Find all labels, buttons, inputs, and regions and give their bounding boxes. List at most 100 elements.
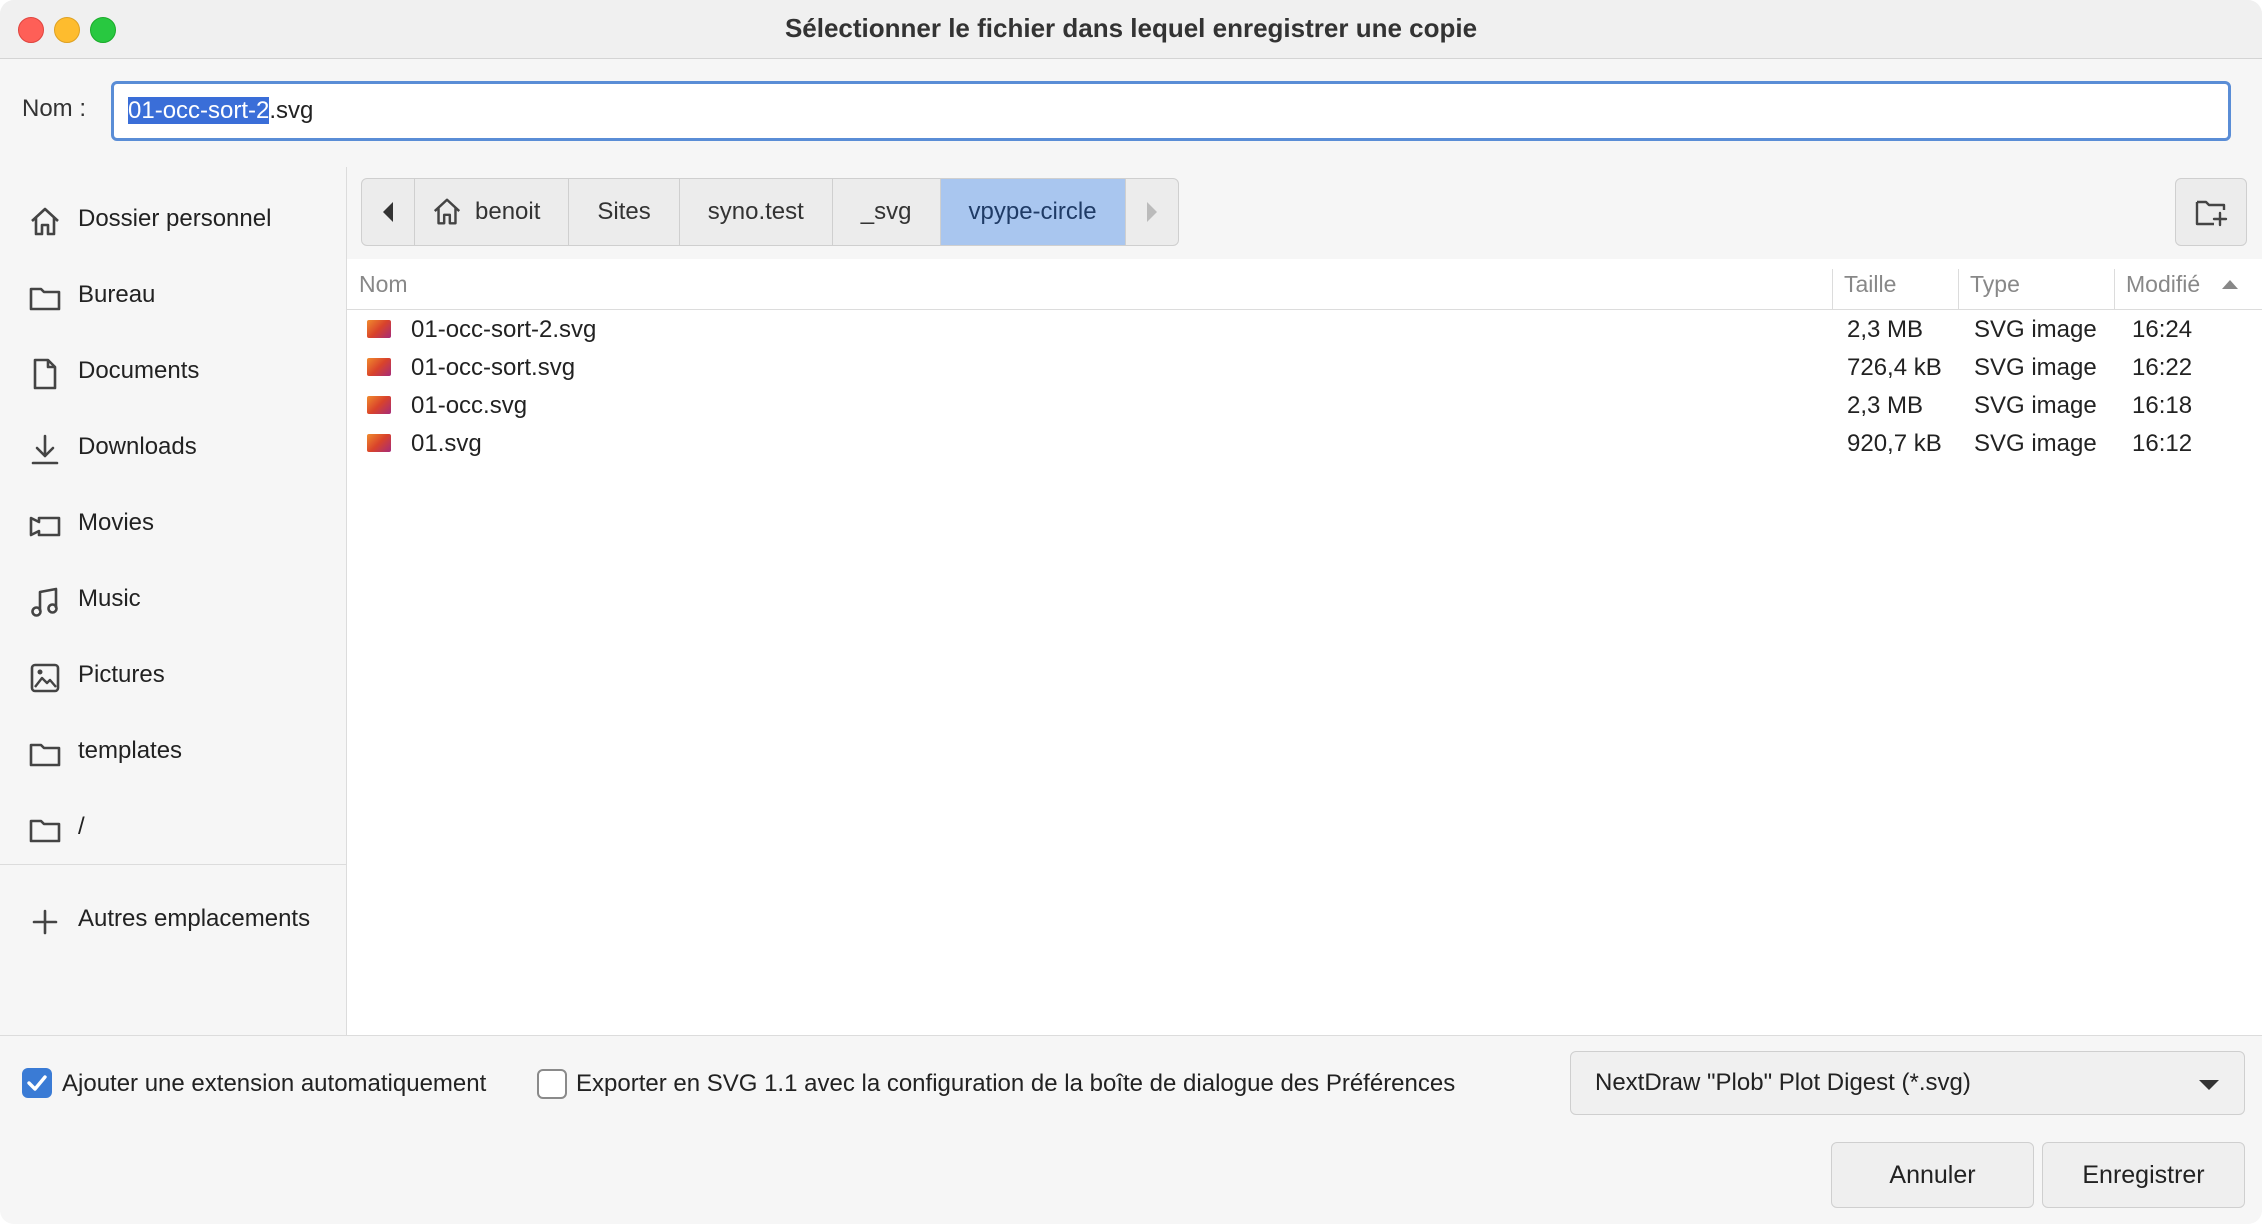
- sidebar-item-pictures[interactable]: Pictures: [0, 647, 346, 705]
- file-row[interactable]: 01.svg 920,7 kB SVG image 16:12: [347, 424, 2262, 462]
- file-type: SVG image: [1974, 316, 2097, 343]
- path-bar: benoit Sites syno.test _svg vpype-circle: [347, 167, 2262, 259]
- breadcrumb-label: benoit: [475, 198, 541, 225]
- sidebar-item-label: Documents: [78, 357, 200, 384]
- video-icon: [29, 516, 61, 537]
- breadcrumb-label: vpype-circle: [968, 198, 1097, 225]
- places-sidebar: Dossier personnel Bureau Documents Downl…: [0, 167, 347, 1035]
- file-type: SVG image: [1974, 430, 2097, 457]
- sidebar-item-label: Autres emplacements: [78, 905, 311, 932]
- column-header-label: Modifié: [2126, 271, 2201, 297]
- sidebar-item-label: Downloads: [78, 433, 197, 460]
- sidebar-item-movies[interactable]: Movies: [0, 495, 346, 553]
- sidebar-item-label: Pictures: [78, 661, 165, 688]
- sidebar-item-bureau[interactable]: Bureau: [0, 267, 346, 325]
- path-back-button[interactable]: [362, 179, 415, 245]
- breadcrumb-item-svg[interactable]: _svg: [833, 179, 941, 245]
- folder-icon: [29, 819, 61, 843]
- picture-icon: [30, 663, 60, 693]
- column-header-size[interactable]: Taille: [1832, 259, 1958, 309]
- document-icon: [33, 358, 57, 390]
- file-row[interactable]: 01-occ-sort-2.svg 2,3 MB SVG image 16:24: [347, 310, 2262, 348]
- checkmark-icon: [27, 1075, 47, 1091]
- breadcrumb-label: _svg: [860, 198, 912, 225]
- file-modified: 16:12: [2132, 430, 2193, 457]
- file-size: 726,4 kB: [1847, 354, 1942, 381]
- options-footer: Ajouter une extension automatiquement Ex…: [0, 1035, 2262, 1224]
- plus-icon: [32, 909, 58, 935]
- file-name: 01-occ.svg: [411, 392, 528, 419]
- svg-file-icon: [367, 434, 391, 452]
- path-forward-button[interactable]: [1126, 179, 1178, 245]
- file-type-dropdown[interactable]: NextDraw "Plob" Plot Digest (*.svg): [1570, 1051, 2245, 1115]
- chevron-right-icon: [1146, 202, 1157, 222]
- export-svg11-label[interactable]: Exporter en SVG 1.1 avec la configuratio…: [576, 1070, 1455, 1098]
- filename-input[interactable]: 01-occ-sort-2.svg: [111, 81, 2231, 141]
- folder-icon: [29, 287, 61, 311]
- sidebar-item-label: templates: [78, 737, 183, 764]
- sidebar-item-music[interactable]: Music: [0, 571, 346, 629]
- column-header-type[interactable]: Type: [1958, 259, 2114, 309]
- breadcrumb-item-vpype-circle[interactable]: vpype-circle: [940, 179, 1126, 245]
- cancel-button[interactable]: Annuler: [1831, 1142, 2034, 1208]
- file-size: 2,3 MB: [1847, 316, 1924, 343]
- new-folder-icon: [2195, 200, 2228, 227]
- new-folder-button[interactable]: [2175, 178, 2247, 246]
- file-name: 01.svg: [411, 430, 482, 457]
- breadcrumb-item-syno-test[interactable]: syno.test: [680, 179, 833, 245]
- file-modified: 16:18: [2132, 392, 2193, 419]
- folder-icon: [29, 743, 61, 767]
- name-label: Nom :: [22, 95, 87, 122]
- export-svg11-checkbox[interactable]: [537, 1069, 567, 1099]
- file-type: SVG image: [1974, 392, 2097, 419]
- file-type: SVG image: [1974, 354, 2097, 381]
- breadcrumb: benoit Sites syno.test _svg vpype-circle: [361, 178, 1179, 246]
- svg-file-icon: [367, 358, 391, 376]
- home-icon: [433, 198, 461, 225]
- filename-selected-text: 01-occ-sort-2: [128, 97, 270, 124]
- file-size: 2,3 MB: [1847, 392, 1924, 419]
- svg-file-icon: [367, 320, 391, 338]
- file-modified: 16:22: [2132, 354, 2193, 381]
- sidebar-item-root[interactable]: /: [0, 799, 346, 857]
- filename-extension: .svg: [269, 97, 314, 124]
- sidebar-item-label: Dossier personnel: [78, 205, 272, 232]
- sidebar-item-templates[interactable]: templates: [0, 723, 346, 781]
- window-title: Sélectionner le fichier dans lequel enre…: [784, 13, 1478, 43]
- file-browser: benoit Sites syno.test _svg vpype-circle…: [347, 167, 2262, 1035]
- file-type-selected: NextDraw "Plob" Plot Digest (*.svg): [1595, 1069, 1971, 1096]
- breadcrumb-item-sites[interactable]: Sites: [569, 179, 680, 245]
- chevron-left-icon: [383, 202, 393, 222]
- auto-extension-label[interactable]: Ajouter une extension automatiquement: [62, 1070, 486, 1098]
- file-list-header: Nom Taille Type Modifié: [347, 259, 2262, 310]
- sort-ascending-icon: [2222, 280, 2238, 289]
- save-dialog: Sélectionner le fichier dans lequel enre…: [0, 0, 2262, 1224]
- breadcrumb-label: syno.test: [707, 198, 804, 225]
- sidebar-item-label: Movies: [78, 509, 155, 536]
- sidebar-item-label: Bureau: [78, 281, 156, 308]
- sidebar-item-label: Music: [78, 585, 141, 612]
- column-header-name[interactable]: Nom: [347, 259, 1832, 309]
- save-button[interactable]: Enregistrer: [2042, 1142, 2245, 1208]
- download-icon: [31, 434, 59, 465]
- auto-extension-checkbox[interactable]: [22, 1068, 52, 1098]
- sidebar-item-dossier-personnel[interactable]: Dossier personnel: [0, 191, 346, 249]
- chevron-down-icon: [2199, 1080, 2219, 1090]
- file-name: 01-occ-sort-2.svg: [411, 316, 597, 343]
- home-icon: [31, 207, 59, 236]
- name-row: Nom : 01-occ-sort-2.svg: [0, 59, 2262, 167]
- sidebar-item-documents[interactable]: Documents: [0, 343, 346, 401]
- sidebar-item-label: /: [78, 813, 85, 840]
- file-size: 920,7 kB: [1847, 430, 1942, 457]
- music-icon: [31, 587, 58, 617]
- file-row[interactable]: 01-occ.svg 2,3 MB SVG image 16:18: [347, 386, 2262, 424]
- file-row[interactable]: 01-occ-sort.svg 726,4 kB SVG image 16:22: [347, 348, 2262, 386]
- svg-file-icon: [367, 396, 391, 414]
- sidebar-item-other-locations[interactable]: Autres emplacements: [0, 891, 346, 949]
- file-modified: 16:24: [2132, 316, 2193, 343]
- sidebar-item-downloads[interactable]: Downloads: [0, 419, 346, 477]
- file-list: 01-occ-sort-2.svg 2,3 MB SVG image 16:24…: [347, 310, 2262, 462]
- title-bar: Sélectionner le fichier dans lequel enre…: [0, 0, 2262, 59]
- breadcrumb-item-benoit[interactable]: benoit: [415, 179, 570, 245]
- breadcrumb-label: Sites: [597, 198, 651, 225]
